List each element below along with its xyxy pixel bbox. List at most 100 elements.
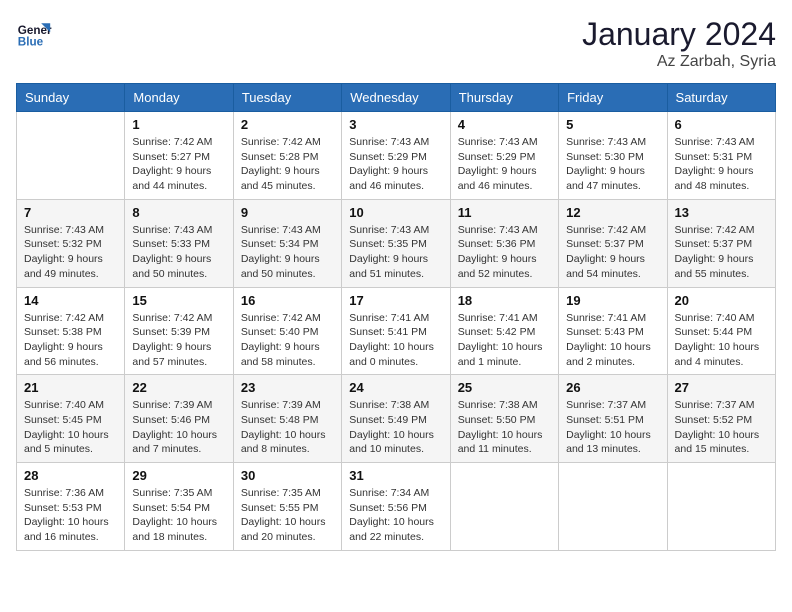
- page-header: General Blue January 2024 Az Zarbah, Syr…: [16, 16, 776, 71]
- day-header-tuesday: Tuesday: [233, 84, 341, 112]
- location: Az Zarbah, Syria: [582, 53, 776, 71]
- day-info: Sunrise: 7:42 AM Sunset: 5:37 PM Dayligh…: [566, 223, 659, 282]
- day-info: Sunrise: 7:39 AM Sunset: 5:46 PM Dayligh…: [132, 398, 225, 457]
- day-number: 30: [241, 468, 334, 483]
- day-number: 31: [349, 468, 442, 483]
- day-cell: 16Sunrise: 7:42 AM Sunset: 5:40 PM Dayli…: [233, 287, 341, 375]
- day-number: 2: [241, 117, 334, 132]
- day-info: Sunrise: 7:43 AM Sunset: 5:29 PM Dayligh…: [349, 135, 442, 194]
- day-cell: 20 Sunrise: 7:40 AM Sunset: 5:44 PM Dayli…: [667, 287, 775, 375]
- day-cell: 24 Sunrise: 7:38 AM Sunset: 5:49 PM Dayli…: [342, 375, 450, 463]
- day-info: Sunrise: 7:43 AM Sunset: 5:32 PM Dayligh…: [24, 223, 117, 282]
- day-cell: 27 Sunrise: 7:37 AM Sunset: 5:52 PM Dayli…: [667, 375, 775, 463]
- day-number: 18: [458, 293, 551, 308]
- day-info: Sunrise: 7:42 AM Sunset: 5:38 PM Dayligh…: [24, 311, 117, 370]
- day-number: 29: [132, 468, 225, 483]
- logo: General Blue: [16, 16, 52, 52]
- day-number: 9: [241, 205, 334, 220]
- day-number: 28: [24, 468, 117, 483]
- day-number: 13: [675, 205, 768, 220]
- day-info: Sunrise: 7:41 AM Sunset: 5:42 PM Dayligh…: [458, 311, 551, 370]
- day-cell: 14 Sunrise: 7:42 AM Sunset: 5:38 PM Dayli…: [17, 287, 125, 375]
- day-number: 6: [675, 117, 768, 132]
- day-cell: 4 Sunrise: 7:43 AM Sunset: 5:29 PM Daylig…: [450, 112, 558, 200]
- title-block: January 2024 Az Zarbah, Syria: [582, 16, 776, 71]
- day-cell: 10 Sunrise: 7:43 AM Sunset: 5:35 PM Dayli…: [342, 199, 450, 287]
- day-number: 20: [675, 293, 768, 308]
- day-info: Sunrise: 7:42 AM Sunset: 5:27 PM Dayligh…: [132, 135, 225, 194]
- day-number: 27: [675, 380, 768, 395]
- day-header-friday: Friday: [559, 84, 667, 112]
- day-info: Sunrise: 7:41 AM Sunset: 5:43 PM Dayligh…: [566, 311, 659, 370]
- day-info: Sunrise: 7:38 AM Sunset: 5:50 PM Dayligh…: [458, 398, 551, 457]
- day-info: Sunrise: 7:42 AM Sunset: 5:39 PM Dayligh…: [132, 311, 225, 370]
- day-cell: 8 Sunrise: 7:43 AM Sunset: 5:33 PM Daylig…: [125, 199, 233, 287]
- day-header-sunday: Sunday: [17, 84, 125, 112]
- day-cell: 2 Sunrise: 7:42 AM Sunset: 5:28 PM Daylig…: [233, 112, 341, 200]
- day-cell: [559, 463, 667, 551]
- calendar-header-row: SundayMondayTuesdayWednesdayThursdayFrid…: [17, 84, 776, 112]
- day-cell: 28 Sunrise: 7:36 AM Sunset: 5:53 PM Dayli…: [17, 463, 125, 551]
- day-cell: 29 Sunrise: 7:35 AM Sunset: 5:54 PM Dayli…: [125, 463, 233, 551]
- day-info: Sunrise: 7:37 AM Sunset: 5:52 PM Dayligh…: [675, 398, 768, 457]
- day-number: 26: [566, 380, 659, 395]
- day-number: 10: [349, 205, 442, 220]
- day-info: Sunrise: 7:43 AM Sunset: 5:30 PM Dayligh…: [566, 135, 659, 194]
- day-cell: 12 Sunrise: 7:42 AM Sunset: 5:37 PM Dayli…: [559, 199, 667, 287]
- week-row-3: 14 Sunrise: 7:42 AM Sunset: 5:38 PM Dayli…: [17, 287, 776, 375]
- day-info: Sunrise: 7:36 AM Sunset: 5:53 PM Dayligh…: [24, 486, 117, 545]
- day-number: 8: [132, 205, 225, 220]
- day-cell: 6 Sunrise: 7:43 AM Sunset: 5:31 PM Daylig…: [667, 112, 775, 200]
- day-info: Sunrise: 7:35 AM Sunset: 5:54 PM Dayligh…: [132, 486, 225, 545]
- day-info: Sunrise: 7:43 AM Sunset: 5:29 PM Dayligh…: [458, 135, 551, 194]
- day-cell: 25 Sunrise: 7:38 AM Sunset: 5:50 PM Dayli…: [450, 375, 558, 463]
- day-cell: 22 Sunrise: 7:39 AM Sunset: 5:46 PM Dayli…: [125, 375, 233, 463]
- day-info: Sunrise: 7:43 AM Sunset: 5:36 PM Dayligh…: [458, 223, 551, 282]
- day-info: Sunrise: 7:42 AM Sunset: 5:40 PM Dayligh…: [241, 311, 334, 370]
- day-cell: 26 Sunrise: 7:37 AM Sunset: 5:51 PM Dayli…: [559, 375, 667, 463]
- calendar-body: 1Sunrise: 7:42 AM Sunset: 5:27 PM Daylig…: [17, 112, 776, 551]
- day-cell: [667, 463, 775, 551]
- day-info: Sunrise: 7:40 AM Sunset: 5:44 PM Dayligh…: [675, 311, 768, 370]
- day-info: Sunrise: 7:37 AM Sunset: 5:51 PM Dayligh…: [566, 398, 659, 457]
- day-info: Sunrise: 7:43 AM Sunset: 5:34 PM Dayligh…: [241, 223, 334, 282]
- day-number: 17: [349, 293, 442, 308]
- day-cell: [17, 112, 125, 200]
- day-info: Sunrise: 7:43 AM Sunset: 5:31 PM Dayligh…: [675, 135, 768, 194]
- day-number: 14: [24, 293, 117, 308]
- week-row-2: 7 Sunrise: 7:43 AM Sunset: 5:32 PM Daylig…: [17, 199, 776, 287]
- day-info: Sunrise: 7:42 AM Sunset: 5:37 PM Dayligh…: [675, 223, 768, 282]
- day-number: 4: [458, 117, 551, 132]
- month-title: January 2024: [582, 16, 776, 53]
- day-number: 25: [458, 380, 551, 395]
- day-cell: 1Sunrise: 7:42 AM Sunset: 5:27 PM Daylig…: [125, 112, 233, 200]
- day-info: Sunrise: 7:40 AM Sunset: 5:45 PM Dayligh…: [24, 398, 117, 457]
- day-info: Sunrise: 7:43 AM Sunset: 5:33 PM Dayligh…: [132, 223, 225, 282]
- day-header-saturday: Saturday: [667, 84, 775, 112]
- day-cell: 18 Sunrise: 7:41 AM Sunset: 5:42 PM Dayli…: [450, 287, 558, 375]
- day-cell: 21 Sunrise: 7:40 AM Sunset: 5:45 PM Dayli…: [17, 375, 125, 463]
- day-info: Sunrise: 7:43 AM Sunset: 5:35 PM Dayligh…: [349, 223, 442, 282]
- day-number: 23: [241, 380, 334, 395]
- day-info: Sunrise: 7:42 AM Sunset: 5:28 PM Dayligh…: [241, 135, 334, 194]
- day-number: 22: [132, 380, 225, 395]
- day-number: 12: [566, 205, 659, 220]
- day-cell: 23Sunrise: 7:39 AM Sunset: 5:48 PM Dayli…: [233, 375, 341, 463]
- day-cell: 19Sunrise: 7:41 AM Sunset: 5:43 PM Dayli…: [559, 287, 667, 375]
- week-row-5: 28 Sunrise: 7:36 AM Sunset: 5:53 PM Dayli…: [17, 463, 776, 551]
- week-row-1: 1Sunrise: 7:42 AM Sunset: 5:27 PM Daylig…: [17, 112, 776, 200]
- day-number: 11: [458, 205, 551, 220]
- day-cell: 7 Sunrise: 7:43 AM Sunset: 5:32 PM Daylig…: [17, 199, 125, 287]
- day-number: 24: [349, 380, 442, 395]
- day-header-wednesday: Wednesday: [342, 84, 450, 112]
- day-cell: 5Sunrise: 7:43 AM Sunset: 5:30 PM Daylig…: [559, 112, 667, 200]
- day-number: 7: [24, 205, 117, 220]
- day-cell: 31 Sunrise: 7:34 AM Sunset: 5:56 PM Dayli…: [342, 463, 450, 551]
- day-cell: 13 Sunrise: 7:42 AM Sunset: 5:37 PM Dayli…: [667, 199, 775, 287]
- day-cell: 3Sunrise: 7:43 AM Sunset: 5:29 PM Daylig…: [342, 112, 450, 200]
- day-number: 15: [132, 293, 225, 308]
- day-info: Sunrise: 7:34 AM Sunset: 5:56 PM Dayligh…: [349, 486, 442, 545]
- day-number: 21: [24, 380, 117, 395]
- day-info: Sunrise: 7:38 AM Sunset: 5:49 PM Dayligh…: [349, 398, 442, 457]
- day-header-monday: Monday: [125, 84, 233, 112]
